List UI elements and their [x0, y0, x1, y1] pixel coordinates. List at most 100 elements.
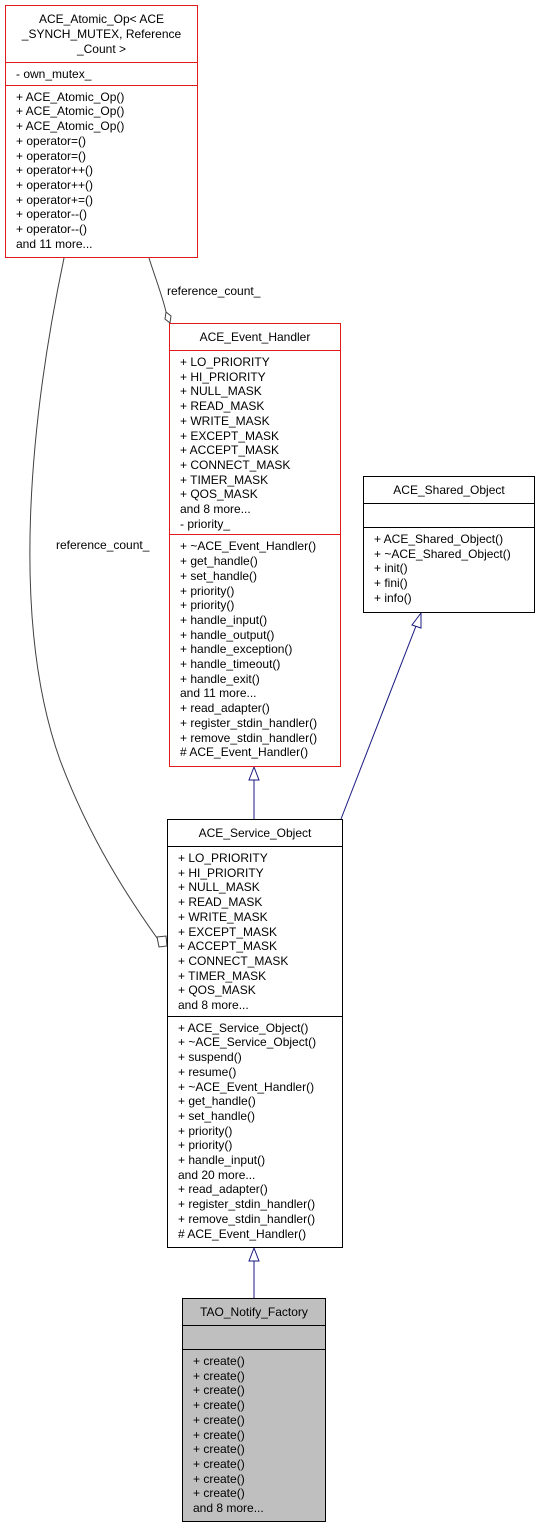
class-member: + TIMER_MASK [178, 968, 267, 983]
edge-atomic-to-service-object [29, 257, 158, 939]
title-line: _SYNCH_MUTEX, Reference [21, 27, 182, 41]
class-member: + set_handle() [180, 568, 258, 583]
class-member: + create() [193, 1398, 245, 1413]
class-member: # ACE_Event_Handler() [180, 745, 309, 760]
class-member: and 20 more... [178, 1167, 256, 1182]
class-member: + operator+=() [16, 192, 94, 207]
class-member: + operator++() [16, 177, 94, 192]
class-member: + priority() [178, 1123, 233, 1138]
class-member: + set_handle() [178, 1108, 256, 1123]
attributes-section [183, 1325, 325, 1349]
class-member: - own_mutex_ [16, 67, 92, 81]
class-title: ACE_Service_Object [198, 826, 312, 840]
class-member: + register_stdin_handler() [178, 1197, 316, 1212]
edge-label-reference-count: reference_count_ [56, 538, 150, 552]
inheritance-arrow-icon [411, 611, 422, 629]
aggregation-diamond-icon [156, 935, 168, 948]
class-title: ACE_Atomic_Op< ACE _SYNCH_MUTEX, Referen… [6, 6, 197, 62]
class-member: and 8 more... [193, 1501, 264, 1516]
class-member: and 8 more... [178, 998, 249, 1013]
class-member: + TIMER_MASK [180, 472, 269, 487]
class-member: + QOS_MASK [178, 983, 256, 998]
class-member: + ~ACE_Service_Object() [178, 1035, 317, 1050]
class-member: + get_handle() [178, 1094, 256, 1109]
methods-section: + ACE_Shared_Object() + ~ACE_Shared_Objec… [364, 527, 534, 609]
class-member: # ACE_Event_Handler() [178, 1226, 307, 1241]
inheritance-arrow-icon [248, 1246, 260, 1262]
class-member: + read_adapter() [180, 701, 270, 716]
class-member: + get_handle() [180, 554, 258, 569]
class-member: + create() [193, 1471, 245, 1486]
class-member: and 8 more... [180, 502, 251, 517]
class-member: + ACE_Atomic_Op() [16, 89, 125, 104]
class-member: + init() [374, 561, 408, 576]
class-member: + CONNECT_MASK [180, 457, 291, 472]
class-ace-event-handler[interactable]: ACE_Event_Handler + LO_PRIORITY + HI_PRIO… [169, 323, 341, 767]
class-title: ACE_Event_Handler [199, 330, 311, 344]
class-member: + create() [193, 1456, 245, 1471]
methods-section: + ACE_Service_Object() + ~ACE_Service_Obj… [168, 1015, 342, 1245]
class-tao-notify-factory[interactable]: TAO_Notify_Factory + create() + create() +… [182, 1298, 326, 1522]
class-member: + ACCEPT_MASK [178, 939, 278, 954]
class-member: + WRITE_MASK [178, 909, 268, 924]
class-ace-service-object[interactable]: ACE_Service_Object + LO_PRIORITY + HI_PRI… [167, 819, 343, 1248]
class-member: + create() [193, 1486, 245, 1501]
methods-section: + create() + create() + create() + create()… [183, 1349, 325, 1519]
class-member: + create() [193, 1427, 245, 1442]
edge-label-reference-count: reference_count_ [167, 284, 261, 298]
class-member: + resume() [178, 1064, 237, 1079]
class-ace-shared-object[interactable]: ACE_Shared_Object + ACE_Shared_Object() +… [363, 476, 535, 613]
class-member: + remove_stdin_handler() [180, 730, 318, 745]
edge-service-to-shared-object [340, 625, 417, 820]
class-member: + operator++() [16, 163, 94, 178]
title-line: _Count > [76, 42, 127, 56]
class-member: + register_stdin_handler() [180, 715, 318, 730]
class-member: + HI_PRIORITY [178, 865, 264, 880]
class-member: + create() [193, 1383, 245, 1398]
class-member: + EXCEPT_MASK [180, 428, 280, 443]
class-member: + handle_exception() [180, 642, 293, 657]
class-title: TAO_Notify_Factory [200, 1305, 308, 1319]
class-member: + operator--() [16, 207, 88, 222]
methods-section: + ACE_Atomic_Op() + ACE_Atomic_Op() + ACE_… [6, 84, 197, 255]
class-member: + CONNECT_MASK [178, 953, 289, 968]
class-member: + handle_timeout() [180, 657, 281, 672]
aggregation-diamond-icon [164, 311, 172, 324]
class-member: + HI_PRIORITY [180, 369, 266, 384]
class-member: + WRITE_MASK [180, 413, 270, 428]
class-member: + ACE_Shared_Object() [374, 532, 504, 546]
class-member: + ACE_Service_Object() [178, 1020, 309, 1035]
class-member: + priority() [180, 598, 235, 613]
class-member: + ~ACE_Event_Handler() [178, 1079, 315, 1094]
class-member: + info() [374, 590, 412, 605]
attributes-section: + LO_PRIORITY + HI_PRIORITY + NULL_MASK + R… [170, 350, 340, 534]
class-member: and 11 more... [16, 236, 93, 251]
class-member: + fini() [374, 576, 408, 591]
class-member: + NULL_MASK [180, 384, 262, 399]
class-member: and 11 more... [180, 686, 257, 701]
attributes-section [364, 503, 534, 527]
class-title: ACE_Shared_Object [393, 483, 505, 497]
class-member: + ACE_Atomic_Op() [16, 104, 125, 119]
class-ace-atomic-op[interactable]: ACE_Atomic_Op< ACE _SYNCH_MUTEX, Referen… [5, 5, 198, 258]
class-member: + operator--() [16, 222, 88, 237]
class-member: + handle_input() [180, 612, 268, 627]
class-member: + read_adapter() [178, 1182, 268, 1197]
class-member: + operator=() [16, 133, 87, 148]
title-line: ACE_Atomic_Op< ACE [38, 12, 165, 26]
class-member: + operator=() [16, 148, 87, 163]
inheritance-arrow-icon [248, 765, 260, 781]
class-member: + READ_MASK [178, 895, 263, 910]
class-member: + NULL_MASK [178, 880, 260, 895]
class-member: + LO_PRIORITY [178, 851, 268, 865]
attributes-section: - own_mutex_ [6, 62, 197, 85]
methods-section: + ~ACE_Event_Handler() + get_handle() + se… [170, 534, 340, 763]
class-member: + handle_input() [178, 1153, 266, 1168]
class-member: + priority() [180, 583, 235, 598]
class-member: + create() [193, 1354, 245, 1368]
class-member: + create() [193, 1368, 245, 1383]
class-member: + remove_stdin_handler() [178, 1211, 316, 1226]
class-member: + create() [193, 1412, 245, 1427]
class-member: + ACCEPT_MASK [180, 443, 280, 458]
class-member: + ~ACE_Event_Handler() [180, 539, 317, 554]
